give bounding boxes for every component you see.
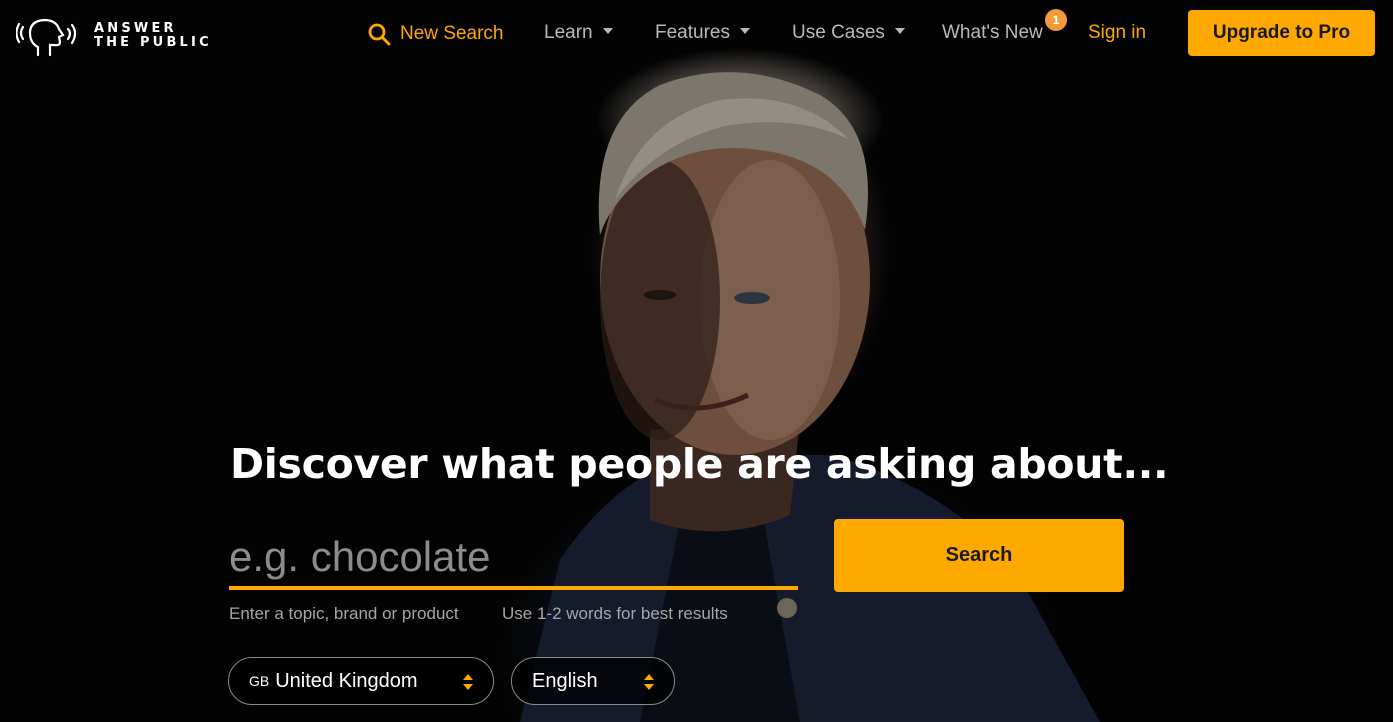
sign-in-label: Sign in: [1088, 22, 1147, 43]
search-hint-topic: Enter a topic, brand or product: [229, 604, 459, 623]
speaking-head-icon: [16, 18, 77, 57]
nav-use-cases[interactable]: Use Cases: [792, 22, 905, 44]
nav-learn[interactable]: Learn: [544, 22, 613, 44]
chevron-down-icon: [894, 28, 905, 34]
chevron-down-icon: [602, 28, 613, 34]
updown-arrows-icon: [463, 674, 473, 690]
search-hint-words: Use 1-2 words for best results: [502, 604, 728, 623]
logo[interactable]: ANSWER THE PUBLIC: [16, 13, 212, 59]
search-button[interactable]: Search: [834, 519, 1124, 592]
sign-in-link[interactable]: Sign in: [1088, 22, 1146, 44]
nav-use-cases-label: Use Cases: [792, 22, 885, 43]
country-select[interactable]: GB United Kingdom: [228, 657, 494, 705]
nav-features-label: Features: [655, 22, 730, 43]
logo-line-1: ANSWER: [94, 21, 177, 36]
nav-new-search[interactable]: New Search: [367, 22, 504, 46]
language-select-value: English: [532, 669, 598, 692]
upgrade-to-pro-button[interactable]: Upgrade to Pro: [1188, 10, 1375, 56]
logo-text: ANSWER THE PUBLIC: [94, 22, 212, 50]
search-input[interactable]: [229, 528, 798, 590]
nav-learn-label: Learn: [544, 22, 593, 43]
language-select[interactable]: English: [511, 657, 675, 705]
nav-whats-new[interactable]: What's New: [942, 22, 1043, 44]
nav-whats-new-label: What's New: [942, 22, 1043, 43]
country-flag-code: GB: [249, 673, 270, 689]
country-select-value: United Kingdom: [275, 669, 418, 692]
updown-arrows-icon: [644, 674, 654, 690]
chevron-down-icon: [739, 28, 750, 34]
nav-new-search-label: New Search: [400, 23, 504, 44]
logo-line-2: THE PUBLIC: [94, 35, 212, 50]
search-icon: [368, 23, 391, 46]
top-navigation: ANSWER THE PUBLIC New Search Learn Featu…: [0, 0, 1393, 72]
nav-features[interactable]: Features: [655, 22, 750, 44]
hero-headline: Discover what people are asking about...: [230, 440, 1169, 488]
notification-badge: 1: [1045, 9, 1067, 31]
